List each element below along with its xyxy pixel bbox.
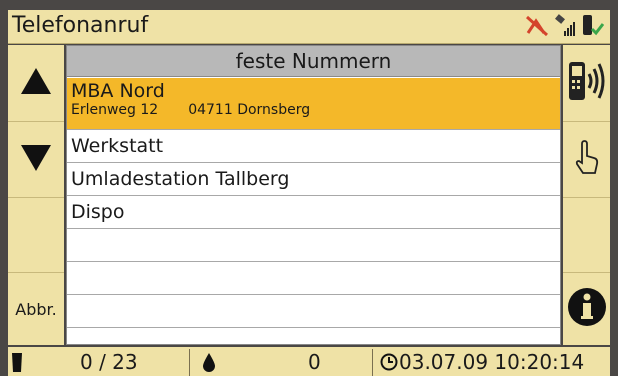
- list-item-name: Dispo: [71, 201, 125, 223]
- page-title: Telefonanruf: [12, 13, 149, 38]
- list-item-street: Erlenweg 12: [71, 102, 159, 118]
- empty-list-row: [67, 296, 560, 328]
- list-item-name: Umladestation Tallberg: [71, 168, 290, 190]
- select-button[interactable]: [563, 122, 610, 198]
- list-item-address: Erlenweg 12 04711 Dornsberg: [71, 102, 560, 118]
- footer-divider: [372, 349, 373, 376]
- empty-left-button[interactable]: [8, 198, 64, 273]
- arrow-down-icon: [21, 144, 51, 175]
- abort-label: Abbr.: [15, 299, 57, 319]
- level-value: 0: [308, 349, 321, 374]
- status-icons: [524, 12, 605, 42]
- arrow-up-icon: [21, 68, 51, 98]
- list-item[interactable]: Werkstatt: [67, 131, 560, 163]
- item-counter: 0 / 23: [80, 349, 138, 374]
- screen: Telefonanruf Abbr. feste Nummern MBA Nor…: [0, 0, 618, 376]
- left-button-panel: Abbr.: [8, 45, 64, 345]
- list-item-city: 04711 Dornsberg: [188, 102, 311, 118]
- list-item[interactable]: Dispo: [67, 197, 560, 229]
- hand-pointer-icon: [574, 139, 600, 180]
- info-icon: [567, 287, 607, 331]
- datetime: 03.07.09 10:20:14: [399, 349, 585, 374]
- list-item-name: Werkstatt: [71, 135, 164, 157]
- drop-icon: [202, 347, 216, 376]
- abort-button[interactable]: Abbr.: [8, 273, 64, 345]
- list-item-name: MBA Nord: [71, 80, 165, 102]
- list-item[interactable]: Umladestation Tallberg: [67, 164, 560, 196]
- call-button[interactable]: [563, 45, 610, 122]
- phone-list: feste Nummern MBA Nord Erlenweg 12 04711…: [66, 45, 561, 345]
- empty-list-row: [67, 263, 560, 295]
- gps-off-icon: [524, 13, 550, 41]
- right-button-panel: [563, 45, 610, 345]
- info-button[interactable]: [563, 273, 610, 345]
- trash-icon: [10, 347, 24, 376]
- phone-connected-icon: [580, 12, 605, 42]
- empty-right-button[interactable]: [563, 198, 610, 273]
- scroll-up-button[interactable]: [8, 45, 64, 122]
- list-header: feste Nummern: [67, 46, 560, 77]
- footer-divider: [189, 349, 190, 376]
- status-bar: 0 / 23 0 03.07.09 10:20:14: [8, 347, 610, 376]
- clock-icon: [380, 347, 398, 376]
- satellite-signal-icon: [554, 13, 576, 41]
- list-item[interactable]: MBA Nord Erlenweg 12 04711 Dornsberg: [67, 78, 560, 130]
- scroll-down-button[interactable]: [8, 122, 64, 198]
- empty-list-row: [67, 230, 560, 262]
- phone-call-icon: [565, 56, 609, 110]
- title-bar: Telefonanruf: [8, 10, 610, 44]
